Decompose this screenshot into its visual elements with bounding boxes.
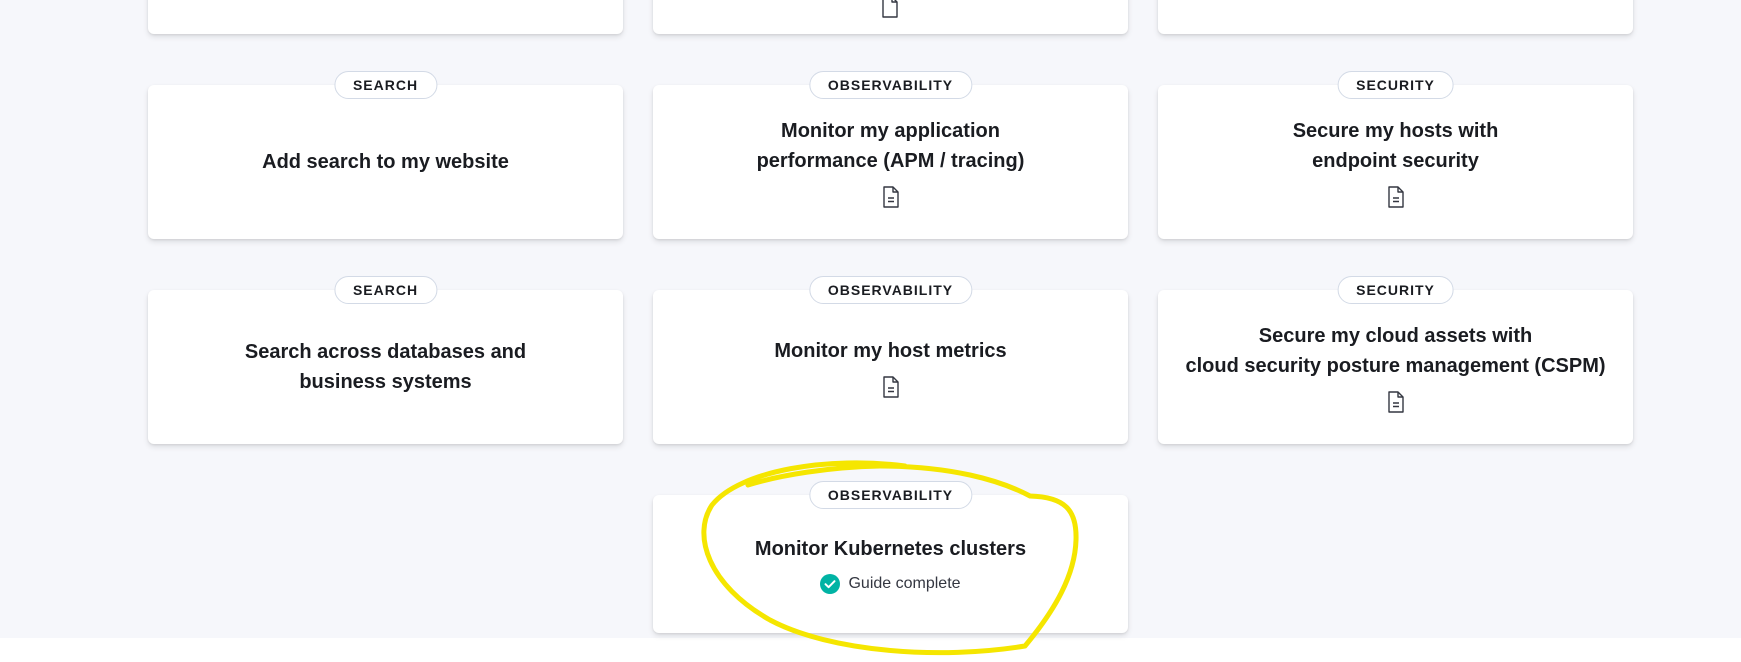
card-title: Monitor Kubernetes clusters — [754, 538, 1027, 560]
category-badge: SECURITY — [1337, 71, 1454, 99]
guide-card-monitor-apm[interactable]: OBSERVABILITY Monitor my application per… — [653, 71, 1128, 239]
card-title: Add search to my website — [262, 151, 509, 173]
card-title: Secure my hosts with endpoint security — [1292, 120, 1499, 172]
status-label: Guide complete — [848, 575, 961, 592]
document-icon — [882, 0, 898, 18]
check-circle-icon — [820, 574, 841, 594]
category-badge: SEARCH — [333, 276, 438, 304]
category-badge: SECURITY — [1337, 276, 1454, 304]
card-title: Secure my cloud assets with cloud securi… — [1185, 325, 1606, 377]
guide-card-partial-2[interactable] — [653, 0, 1128, 34]
category-badge: OBSERVABILITY — [808, 276, 973, 304]
card-title: Monitor my host metrics — [774, 340, 1007, 362]
guide-card-secure-cloud-cspm[interactable]: SECURITY Secure my cloud assets with clo… — [1158, 276, 1633, 444]
document-icon — [1387, 186, 1404, 208]
category-badge: OBSERVABILITY — [808, 481, 973, 509]
guide-card-add-search-website[interactable]: SEARCH Add search to my website — [148, 71, 623, 239]
document-icon — [882, 376, 899, 398]
category-badge: OBSERVABILITY — [808, 71, 973, 99]
guide-card-monitor-host-metrics[interactable]: OBSERVABILITY Monitor my host metrics — [653, 276, 1128, 444]
guide-cards-page: SEARCH Add search to my website OBSERVAB… — [0, 0, 1741, 662]
guide-card-partial-3[interactable] — [1158, 0, 1633, 34]
document-icon — [882, 186, 899, 208]
guide-card-secure-hosts[interactable]: SECURITY Secure my hosts with endpoint s… — [1158, 71, 1633, 239]
guide-card-monitor-kubernetes[interactable]: OBSERVABILITY Monitor Kubernetes cluster… — [653, 481, 1128, 633]
guide-complete-status: Guide complete — [820, 574, 961, 594]
document-icon — [1387, 391, 1404, 413]
card-title: Monitor my application performance (APM … — [756, 120, 1025, 172]
category-badge: SEARCH — [333, 71, 438, 99]
guide-card-partial-1[interactable] — [148, 0, 623, 34]
card-title: Search across databases and business sys… — [244, 341, 527, 393]
guide-card-search-databases[interactable]: SEARCH Search across databases and busin… — [148, 276, 623, 444]
